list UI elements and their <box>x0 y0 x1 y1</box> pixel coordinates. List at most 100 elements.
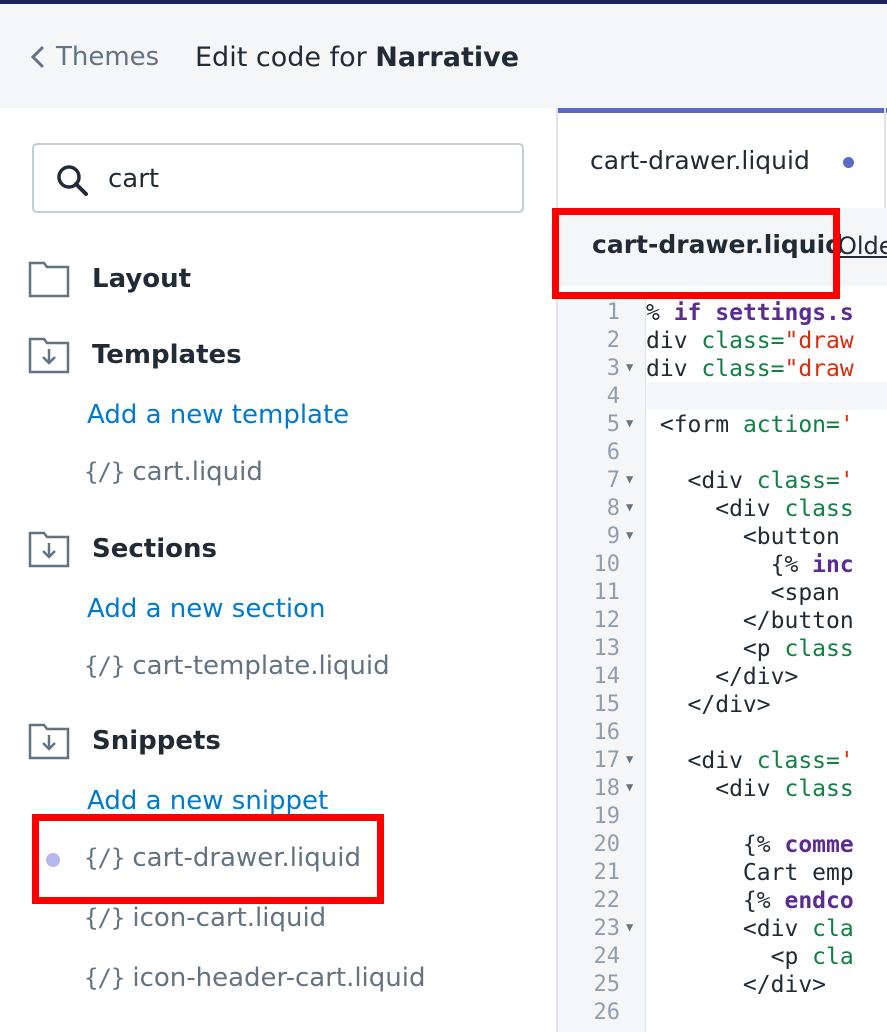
line-number: 12 <box>593 608 621 633</box>
line-number: 23 <box>593 916 621 941</box>
header: Themes Edit code for Narrative <box>0 4 887 108</box>
file-name: cart-template.liquid <box>132 651 390 681</box>
file-bar: cart-drawer.liquid Older versions <box>558 208 887 286</box>
fold-arrow-icon[interactable]: ▼ <box>626 500 633 514</box>
file-name: icon-cart.liquid <box>132 903 327 933</box>
folder-templates[interactable]: Templates <box>28 336 242 374</box>
chevron-left-icon <box>30 46 44 68</box>
code-line: {% endco <box>646 888 854 914</box>
code-line: <button <box>646 524 840 550</box>
code-line: </div> <box>646 972 827 998</box>
code-line: % if settings.s <box>646 300 854 326</box>
folder-icon <box>28 261 70 298</box>
folder-label: Templates <box>92 340 242 370</box>
line-number: 20 <box>593 832 621 857</box>
line-number: 24 <box>593 944 621 969</box>
file-item-cart-drawer[interactable]: {/} cart-drawer.liquid <box>84 843 361 873</box>
fold-arrow-icon[interactable]: ▼ <box>626 752 633 766</box>
line-number: 21 <box>593 860 621 885</box>
line-number: 19 <box>593 804 621 829</box>
file-name: icon-header-cart.liquid <box>132 963 426 993</box>
code-line: <div class <box>646 776 854 802</box>
code-line: </div> <box>646 692 771 718</box>
code-line: div class="draw <box>646 328 854 354</box>
code-line: <p class <box>646 636 854 662</box>
folder-snippets[interactable]: Snippets <box>28 722 221 760</box>
older-versions-link[interactable]: Older versions <box>838 232 887 260</box>
code-line: div class="draw <box>646 356 854 382</box>
line-number: 18 <box>593 776 621 801</box>
folder-label: Snippets <box>92 726 221 756</box>
add-snippet-link[interactable]: Add a new snippet <box>87 786 328 816</box>
code-line: {% comme <box>646 832 854 858</box>
file-item-icon-header-cart[interactable]: {/} icon-header-cart.liquid <box>84 963 426 993</box>
file-item-icon-cart[interactable]: {/} icon-cart.liquid <box>84 903 326 933</box>
line-number: 2 <box>606 328 620 353</box>
line-number: 5 <box>606 412 620 437</box>
code-editor: cart-drawer.liquid cart-drawer.liquid Ol… <box>556 108 887 1032</box>
line-number: 6 <box>606 440 620 465</box>
folder-label: Sections <box>92 534 217 564</box>
back-label: Themes <box>56 42 160 72</box>
code-line: <span <box>646 580 840 606</box>
file-name: cart.liquid <box>132 457 263 487</box>
folder-download-icon <box>28 723 70 760</box>
line-number: 25 <box>593 972 621 997</box>
folder-download-icon <box>28 337 70 374</box>
fold-arrow-icon[interactable]: ▼ <box>626 780 633 794</box>
line-number: 13 <box>593 636 621 661</box>
page-title: Edit code for Narrative <box>195 42 519 73</box>
folder-layout[interactable]: Layout <box>28 260 191 298</box>
fold-arrow-icon[interactable]: ▼ <box>626 360 633 374</box>
code-line: </button <box>646 608 854 634</box>
code-line: {% inc <box>646 552 854 578</box>
code-line: <div class <box>646 496 854 522</box>
line-number: 26 <box>593 1000 621 1025</box>
line-number: 14 <box>593 664 621 689</box>
code-line: </div> <box>646 664 799 690</box>
theme-name: Narrative <box>375 42 520 73</box>
fold-arrow-icon[interactable]: ▼ <box>626 472 633 486</box>
code-line: <p cla <box>646 944 854 970</box>
tab-cart-drawer[interactable]: cart-drawer.liquid <box>558 108 887 208</box>
line-number: 22 <box>593 888 621 913</box>
liquid-file-icon: {/} <box>84 652 125 680</box>
add-template-link[interactable]: Add a new template <box>87 400 349 430</box>
unsaved-dot <box>843 157 854 168</box>
add-section-link[interactable]: Add a new section <box>87 594 325 624</box>
fold-arrow-icon[interactable]: ▼ <box>626 416 633 430</box>
code-line: <div class=' <box>646 468 854 494</box>
file-name: cart-drawer.liquid <box>132 843 361 873</box>
liquid-file-icon: {/} <box>84 844 125 872</box>
line-number: 7 <box>606 468 620 493</box>
fold-arrow-icon[interactable]: ▼ <box>626 528 633 542</box>
liquid-file-icon: {/} <box>84 904 125 932</box>
file-sidebar: Layout Templates Add a new template {/} … <box>0 108 556 1032</box>
tab-bar: cart-drawer.liquid <box>558 108 887 208</box>
line-number: 3 <box>606 356 620 381</box>
tab-label: cart-drawer.liquid <box>590 146 810 175</box>
code-area[interactable]: 1 2 3 4 5 6 7 8 9 10 11 12 13 14 15 16 1… <box>558 298 887 1032</box>
code-line: <div class=' <box>646 748 854 774</box>
search-input[interactable] <box>108 159 508 199</box>
search-icon <box>57 165 88 196</box>
code-line: Cart emp <box>646 860 854 886</box>
folder-label: Layout <box>92 264 192 294</box>
liquid-file-icon: {/} <box>84 458 125 486</box>
line-number: 8 <box>606 496 620 521</box>
code-line: <form action=' <box>646 412 854 438</box>
back-to-themes-link[interactable]: Themes <box>26 42 159 72</box>
current-file-name: cart-drawer.liquid <box>592 230 844 259</box>
fold-arrow-icon[interactable]: ▼ <box>626 920 633 934</box>
line-number: 16 <box>593 720 621 745</box>
line-number: 10 <box>593 552 621 577</box>
folder-download-icon <box>28 531 70 568</box>
line-number: 17 <box>593 748 621 773</box>
file-item-cart[interactable]: {/} cart.liquid <box>84 457 263 487</box>
modified-dot <box>46 853 60 867</box>
liquid-file-icon: {/} <box>84 964 125 992</box>
line-number: 15 <box>593 692 621 717</box>
search-box[interactable] <box>32 143 524 213</box>
file-item-cart-template[interactable]: {/} cart-template.liquid <box>84 651 390 681</box>
folder-sections[interactable]: Sections <box>28 530 217 568</box>
